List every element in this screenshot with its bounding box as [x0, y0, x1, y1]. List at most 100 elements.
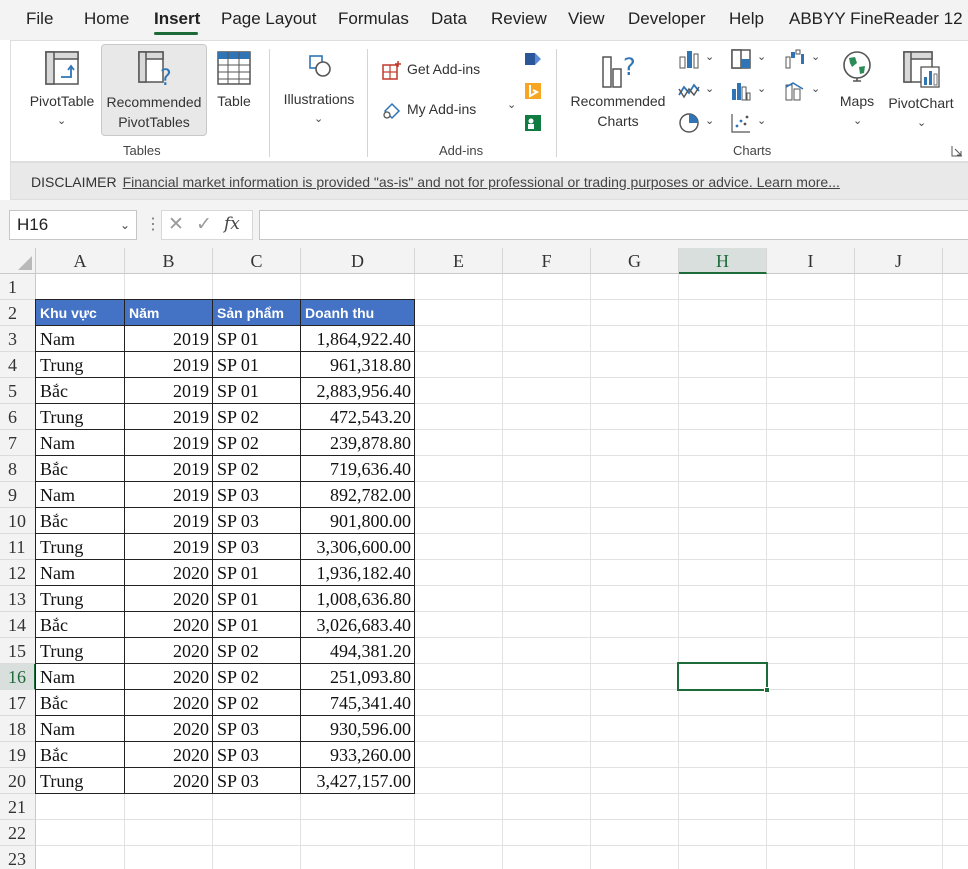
row-header[interactable]: 23 [0, 846, 36, 869]
scatter-chart-icon [731, 114, 750, 133]
statistic-chart-button[interactable]: ⌄ [729, 79, 771, 103]
column-header[interactable]: B [125, 248, 213, 274]
tab-formulas[interactable]: Formulas [338, 9, 409, 29]
ribbon-separator [269, 49, 270, 157]
row-header[interactable]: 12 [0, 560, 36, 586]
row-header[interactable]: 8 [0, 456, 36, 482]
row-header[interactable]: 18 [0, 716, 36, 742]
pivottable-button[interactable]: PivotTable ⌄ [25, 45, 99, 129]
row-header[interactable]: 17 [0, 690, 36, 716]
maps-button[interactable]: Maps ⌄ [831, 45, 883, 129]
column-chart-icon [679, 51, 699, 69]
more-icon[interactable]: ⋮ [145, 214, 161, 234]
column-header[interactable]: I [767, 248, 855, 274]
column-header[interactable]: D [301, 248, 415, 274]
column-header[interactable]: E [415, 248, 503, 274]
row-header[interactable]: 7 [0, 430, 36, 456]
disclaimer-link[interactable]: Financial market information is provided… [123, 174, 840, 190]
row-header[interactable]: 9 [0, 482, 36, 508]
row-header[interactable]: 1 [0, 274, 36, 300]
column-header[interactable]: A [36, 248, 125, 274]
disclaimer-label: DISCLAIMER [31, 174, 117, 190]
fill-handle[interactable] [764, 687, 770, 693]
row-header[interactable]: 6 [0, 404, 36, 430]
maps-label: Maps [839, 93, 875, 109]
chevron-down-icon: ⌄ [57, 115, 67, 127]
waterfall-chart-button[interactable]: ⌄ [783, 47, 825, 71]
illustrations-label: Illustrations [283, 91, 355, 107]
pie-chart-button[interactable]: ⌄ [677, 111, 719, 135]
row-header[interactable]: 2 [0, 300, 36, 326]
cancel-icon[interactable]: ✕ [168, 213, 184, 236]
svg-text:?: ? [160, 66, 172, 89]
tab-insert[interactable]: Insert [154, 9, 200, 29]
row-header[interactable]: 20 [0, 768, 36, 794]
row-header[interactable]: 5 [0, 378, 36, 404]
tab-file[interactable]: File [26, 9, 53, 29]
row-header[interactable]: 13 [0, 586, 36, 612]
row-header[interactable]: 19 [0, 742, 36, 768]
select-all-button[interactable] [0, 248, 36, 274]
pivotchart-button[interactable]: PivotChart ⌄ [883, 45, 959, 129]
row-header[interactable]: 4 [0, 352, 36, 378]
pivottable-label: PivotTable [29, 93, 95, 109]
scatter-chart-button[interactable]: ⌄ [729, 111, 771, 135]
bing-maps-icon[interactable] [523, 81, 543, 101]
tab-data[interactable]: Data [431, 9, 467, 29]
row-header[interactable]: 10 [0, 508, 36, 534]
table-button[interactable]: Table [211, 45, 257, 129]
chevron-down-icon[interactable]: ⌄ [120, 211, 130, 239]
charts-group-label: Charts [733, 143, 772, 158]
hierarchy-chart-button[interactable]: ⌄ [729, 47, 771, 71]
combo-chart-button[interactable]: ⌄ [783, 79, 825, 103]
cell-border [35, 507, 125, 534]
active-cell[interactable] [677, 662, 770, 693]
tables-group-label: Tables [123, 143, 161, 158]
get-addins-button[interactable]: Get Add-ins [379, 57, 499, 81]
formula-input[interactable] [259, 210, 968, 240]
row-header[interactable]: 16 [0, 664, 36, 690]
recommended-charts-button[interactable]: ? Recommended Charts [567, 45, 669, 135]
my-addins-button[interactable]: My Add-ins ⌄ [379, 97, 519, 121]
tab-home[interactable]: Home [84, 9, 129, 29]
tab-abbyy[interactable]: ABBYY FineReader 12 [789, 9, 963, 29]
cell-border [35, 325, 125, 352]
tab-help[interactable]: Help [729, 9, 764, 29]
cell-border [300, 351, 415, 378]
cell-border [124, 481, 213, 508]
line-chart-button[interactable]: ⌄ [677, 79, 719, 103]
row-header[interactable]: 14 [0, 612, 36, 638]
cell-border [300, 299, 415, 326]
menu-bar: File Home Insert Page Layout Formulas Da… [0, 0, 968, 40]
visio-icon[interactable] [523, 49, 543, 69]
tab-developer[interactable]: Developer [628, 9, 706, 29]
insert-function-icon[interactable]: fx [224, 214, 240, 234]
column-header[interactable]: G [591, 248, 679, 274]
column-header[interactable]: F [503, 248, 591, 274]
column-header[interactable]: J [855, 248, 943, 274]
row-header[interactable]: 21 [0, 794, 36, 820]
row-header[interactable]: 15 [0, 638, 36, 664]
cell-border [212, 663, 301, 690]
people-graph-icon[interactable] [523, 113, 543, 133]
row-header[interactable]: 22 [0, 820, 36, 846]
column-chart-button[interactable]: ⌄ [677, 47, 719, 71]
tab-view[interactable]: View [568, 9, 605, 29]
row-header[interactable]: 11 [0, 534, 36, 560]
confirm-icon[interactable]: ✓ [196, 213, 212, 236]
table-label: Table [217, 93, 251, 109]
combo-chart-icon [785, 82, 804, 101]
tab-page-layout[interactable]: Page Layout [221, 9, 316, 29]
recommended-charts-icon: ? [602, 53, 636, 88]
dialog-launcher-icon[interactable] [951, 145, 963, 157]
cell-border [124, 637, 213, 664]
recommended-pivottables-button[interactable]: ? Recommended PivotTables [101, 44, 207, 136]
column-header[interactable]: H [679, 248, 767, 274]
chevron-down-icon: ⌄ [705, 83, 715, 95]
column-header[interactable]: C [213, 248, 301, 274]
illustrations-button[interactable]: Illustrations ⌄ [277, 45, 361, 129]
shapes-icon [309, 55, 331, 77]
row-header[interactable]: 3 [0, 326, 36, 352]
name-box[interactable]: H16 ⌄ [9, 210, 137, 240]
tab-review[interactable]: Review [491, 9, 547, 29]
